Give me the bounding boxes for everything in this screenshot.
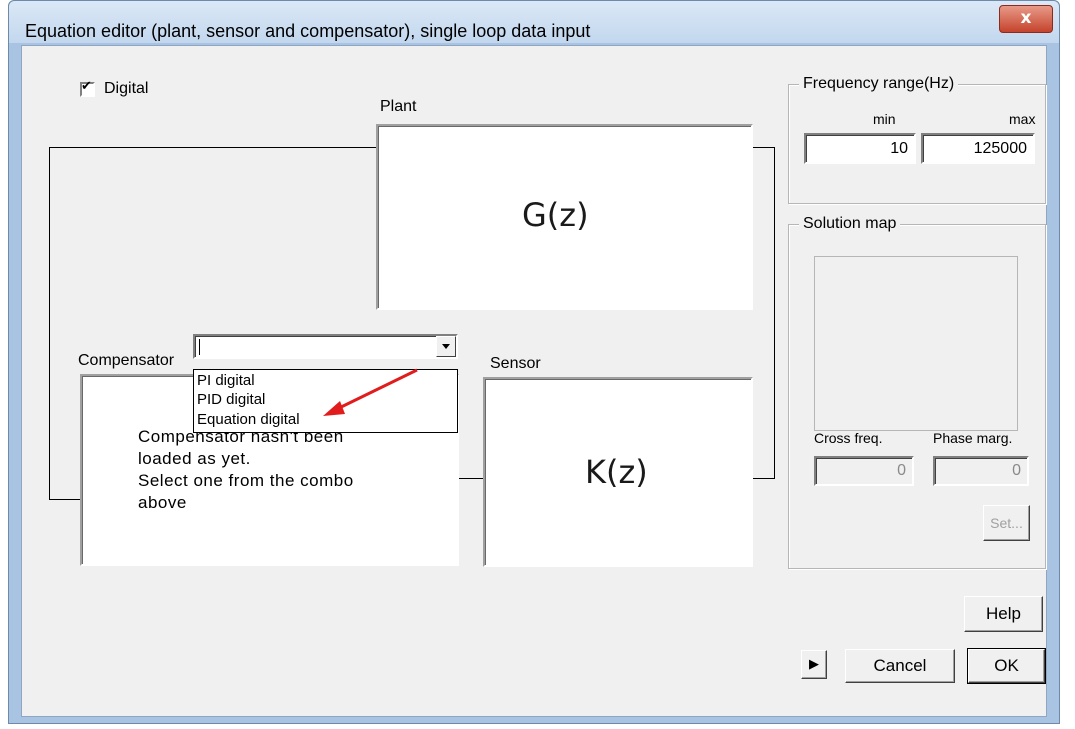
sensor-block[interactable]: K(z) (483, 377, 753, 567)
compensator-label: Compensator (78, 352, 175, 369)
plant-function: G(z) (522, 196, 589, 234)
max-label: max (1009, 111, 1036, 127)
dropdown-option-equation-digital[interactable]: Equation digital (197, 411, 300, 429)
set-button[interactable]: Set... (983, 505, 1030, 541)
dialog-window: Equation editor (plant, sensor and compe… (8, 0, 1060, 724)
close-icon: x (1020, 8, 1032, 28)
compensator-message-line: loaded as yet. (138, 449, 251, 468)
plant-label: Plant (380, 98, 417, 115)
annotation-arrow-icon (323, 368, 418, 416)
phase-marg-field: 0 (933, 456, 1029, 486)
compensator-combo[interactable] (193, 334, 458, 359)
dropdown-option-pi-digital[interactable]: PI digital (197, 372, 255, 390)
text-caret (199, 339, 200, 355)
close-button[interactable]: x (999, 5, 1053, 33)
plant-block[interactable]: G(z) (376, 124, 753, 310)
wire-right-vertical (774, 147, 775, 479)
combo-dropdown-button[interactable] (436, 336, 456, 357)
sensor-label: Sensor (490, 355, 541, 372)
solution-map-canvas (814, 256, 1018, 431)
min-frequency-input[interactable]: 10 (804, 133, 916, 164)
compensator-message: Compensator hasn't been loaded as yet. S… (138, 426, 354, 514)
phase-marg-label: Phase marg. (933, 430, 1013, 446)
expand-arrow-icon: ▶ (809, 657, 819, 672)
cross-freq-field: 0 (814, 456, 914, 486)
digital-checkbox-label: Digital (104, 80, 149, 97)
ok-button[interactable]: OK (967, 648, 1046, 684)
cancel-button[interactable]: Cancel (845, 649, 955, 683)
frequency-range-legend: Frequency range(Hz) (799, 75, 959, 93)
solution-map-legend: Solution map (799, 215, 901, 233)
max-frequency-input[interactable]: 125000 (921, 133, 1035, 164)
dialog-client-area: ✔ Digital Plant G(z) Sensor K(z) Compens… (21, 45, 1047, 717)
frequency-range-group: Frequency range(Hz) min max 10 125000 (788, 75, 1046, 204)
compensator-message-line: Select one from the combo (138, 471, 354, 490)
wire-left-vertical (49, 147, 50, 499)
digital-checkbox[interactable]: ✔ (80, 79, 95, 97)
sensor-function: K(z) (585, 453, 648, 491)
min-label: min (873, 111, 896, 127)
dropdown-option-pid-digital[interactable]: PID digital (197, 391, 265, 409)
window-title: Equation editor (plant, sensor and compe… (25, 21, 591, 41)
cross-freq-label: Cross freq. (814, 430, 883, 446)
wire-top-right (750, 147, 774, 148)
chevron-down-icon (442, 344, 450, 349)
wire-middle (456, 478, 485, 479)
check-mark-icon: ✔ (81, 79, 92, 94)
solution-map-group: Solution map Cross freq. Phase marg. 0 0… (788, 215, 1046, 569)
title-bar: Equation editor (plant, sensor and compe… (9, 1, 1059, 43)
compensator-message-line: above (138, 493, 187, 512)
expand-button[interactable]: ▶ (801, 650, 827, 679)
wire-top-left (49, 147, 383, 148)
help-button[interactable]: Help (964, 596, 1043, 632)
